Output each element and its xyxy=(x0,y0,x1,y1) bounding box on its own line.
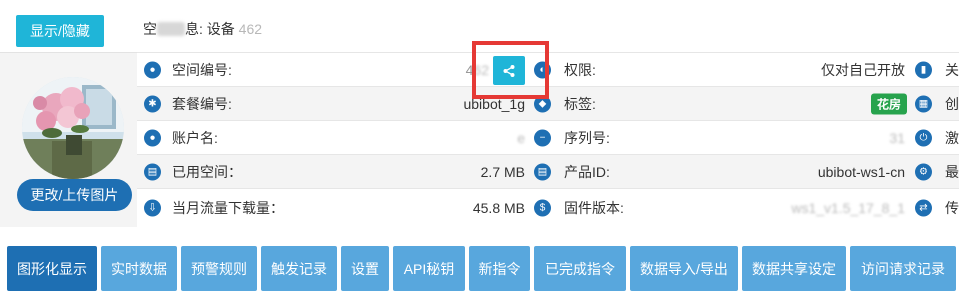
device-number-faded: 62 xyxy=(246,21,263,37)
firmware-value: ws1_v1.5_17_8_1 xyxy=(791,199,905,216)
grid-icon: ▦ xyxy=(915,95,932,112)
avatar[interactable] xyxy=(22,77,124,179)
minus-circle-icon: − xyxy=(534,129,551,146)
tab-realtime-data[interactable]: 实时数据 xyxy=(101,246,177,291)
flower-photo-icon xyxy=(22,77,124,179)
row4-col3-label: 最 xyxy=(945,163,959,180)
permission-value: 仅对自己开放 xyxy=(821,61,905,78)
plan-id-label: 套餐编号: xyxy=(172,95,232,112)
tab-alert-rules[interactable]: 预警规则 xyxy=(181,246,257,291)
tab-bar: 图形化显示 实时数据 预警规则 触发记录 设置 API秘钥 新指令 已完成指令 … xyxy=(0,246,959,295)
info-row-used-space: ▤ 已用空间： 2.7 MB ▤ 产品ID: ubibot-ws1-cn ⚙ 最 xyxy=(137,154,959,188)
space-title-prefix: 空 xyxy=(143,21,157,37)
space-id-label: 空间编号: xyxy=(172,61,232,78)
firmware-label: 固件版本: xyxy=(564,199,624,216)
settings-icon: ✱ xyxy=(144,95,161,112)
highlight-annotation xyxy=(472,41,549,99)
folder-icon: ▤ xyxy=(144,163,161,180)
tab-access-requests[interactable]: 访问请求记录 xyxy=(850,246,956,291)
tab-completed-commands[interactable]: 已完成指令 xyxy=(534,246,626,291)
account-label: 账户名: xyxy=(172,129,218,146)
row3-col3-label: 激 xyxy=(945,129,959,146)
space-title-device-number: 462 xyxy=(239,21,262,37)
serial-label: 序列号: xyxy=(564,129,610,146)
power-icon: ⏻ xyxy=(915,129,932,146)
upload-image-button[interactable]: 更改/上传图片 xyxy=(17,179,132,211)
account-value: e xyxy=(517,129,525,146)
tab-settings[interactable]: 设置 xyxy=(341,246,389,291)
row1-col3-label: 关 xyxy=(945,61,959,78)
show-hide-button[interactable]: 显示/隐藏 xyxy=(16,15,104,47)
permission-label: 权限: xyxy=(564,61,596,78)
profile-panel: 更改/上传图片 xyxy=(0,52,137,227)
info-row-monthly-download: ⇩ 当月流量下载量： 45.8 MB $ 固件版本: ws1_v1.5_17_8… xyxy=(137,188,959,226)
cloud-download-icon: ⇩ xyxy=(144,199,161,216)
used-space-label: 已用空间： xyxy=(172,163,242,180)
space-title-mid: 息: 设备 xyxy=(185,21,239,37)
tab-data-sharing[interactable]: 数据共享设定 xyxy=(742,246,846,291)
monthly-download-label: 当月流量下载量： xyxy=(172,199,284,216)
used-space-value: 2.7 MB xyxy=(480,163,525,180)
product-id-value: ubibot-ws1-cn xyxy=(817,163,905,180)
tag-badge[interactable]: 花房 xyxy=(870,93,907,114)
transfer-icon: ⇄ xyxy=(915,199,932,216)
monthly-download-value: 45.8 MB xyxy=(472,199,525,216)
row2-col3-label: 创 xyxy=(945,95,959,112)
user-icon: ● xyxy=(144,61,161,78)
info-row-account: ● 账户名: e − 序列号: 31 ⏻ 激 xyxy=(137,120,959,154)
tab-api-key[interactable]: API秘钥 xyxy=(393,246,465,291)
redacted-mask xyxy=(157,22,185,36)
tab-trigger-log[interactable]: 触发记录 xyxy=(261,246,337,291)
bookmark-icon: ▮ xyxy=(915,61,932,78)
tab-new-command[interactable]: 新指令 xyxy=(469,246,530,291)
document-icon: ▤ xyxy=(534,163,551,180)
product-id-label: 产品ID: xyxy=(564,163,610,180)
gear-icon: ⚙ xyxy=(915,163,932,180)
dollar-icon: $ xyxy=(534,199,551,216)
tab-graph-display[interactable]: 图形化显示 xyxy=(7,246,97,291)
tab-data-import-export[interactable]: 数据导入/导出 xyxy=(630,246,738,291)
serial-value: 31 xyxy=(889,129,905,146)
space-title: 空 息: 设备 462 xyxy=(143,19,262,39)
user-icon: ● xyxy=(144,129,161,146)
row5-col3-label: 传 xyxy=(945,199,959,216)
tags-label: 标签: xyxy=(564,95,596,112)
